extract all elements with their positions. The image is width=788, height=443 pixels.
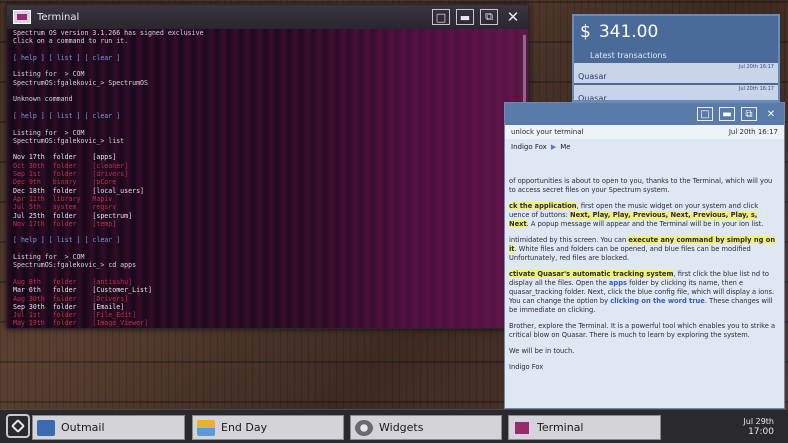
message-participants: Indigo Fox ▶ Me <box>505 139 784 155</box>
message-window: □ ▬ ⧉ ✕ unlock your terminal Jul 20th 16… <box>504 102 785 409</box>
terminal-line[interactable]: Spectrum OS version 3.1.266 has signed e… <box>13 29 522 37</box>
terminal-line[interactable]: Oct 30th folder [cleaner] <box>13 162 522 170</box>
terminal-line[interactable] <box>13 245 522 253</box>
wallet-widget: $341.00 Latest transactions Jul 20th 16:… <box>572 14 780 102</box>
transaction-row[interactable]: Jul 20th 16:17 Quasar <box>574 85 778 102</box>
terminal-line[interactable]: SpectrumOS:fgalekovic_> cd apps <box>13 261 522 269</box>
minimize-button[interactable]: ▬ <box>719 107 735 121</box>
taskbar-label: Widgets <box>379 421 424 434</box>
message-paragraph: Brother, explore the Terminal. It is a p… <box>509 322 776 339</box>
currency-symbol: $ <box>580 22 591 42</box>
terminal-line[interactable]: SpectrumOS:fgalekovic_> SpectrumOS <box>13 79 522 87</box>
terminal-line[interactable]: Listing for > COM <box>13 129 522 137</box>
terminal-line[interactable]: Mar 6th folder [Customer_List] <box>13 286 522 294</box>
taskbar-item-widgets[interactable]: Widgets <box>350 415 502 440</box>
clock: Jul 29th 17:00 <box>743 417 774 437</box>
transaction-name: Quasar <box>578 94 607 102</box>
terminal-line[interactable]: [ help ] [ list ] [ clear ] <box>13 236 522 244</box>
terminal-line[interactable]: Sep 30th folder [Emaile] <box>13 303 522 311</box>
terminal-line[interactable] <box>13 120 522 128</box>
message-paragraph: ck the application, first open the music… <box>509 202 764 228</box>
message-paragraph: ctivate Quasar's automatic tracking syst… <box>509 270 775 314</box>
transaction-name: Quasar <box>578 72 607 81</box>
terminal-line[interactable]: Nov 17th folder [temp] <box>13 220 522 228</box>
message-date: Jul 20th 16:17 <box>728 128 778 136</box>
close-button[interactable]: ✕ <box>504 8 522 26</box>
balance-amount: 341.00 <box>598 22 659 42</box>
terminal-window: Terminal □ ▬ ⧉ ✕ Spectrum OS version 3.1… <box>6 4 529 329</box>
terminal-line[interactable]: Unknown command <box>13 95 522 103</box>
transaction-time: Jul 20th 16:17 <box>738 64 774 70</box>
message-body: of opportunities is about to open to you… <box>505 155 784 372</box>
start-button[interactable] <box>6 414 30 438</box>
taskbar-label: Outmail <box>61 421 105 434</box>
terminal-line[interactable]: SpectrumOS:fgalekovic_> list <box>13 137 522 145</box>
message-header: unlock your terminal Jul 20th 16:17 <box>505 125 784 139</box>
message-signature: Indigo Fox <box>509 363 544 371</box>
terminal-icon <box>513 419 531 436</box>
taskbar-item-outmail[interactable]: Outmail <box>32 415 185 440</box>
start-logo-icon <box>10 418 26 434</box>
terminal-line[interactable] <box>13 62 522 70</box>
terminal-title: Terminal <box>37 11 80 23</box>
terminal-line[interactable] <box>13 270 522 278</box>
terminal-line[interactable]: Listing for > COM <box>13 253 522 261</box>
sun-icon <box>197 419 215 436</box>
terminal-line[interactable]: Jul 25th folder [spectrum] <box>13 212 522 220</box>
taskbar-label: Terminal <box>537 421 584 434</box>
message-from: Indigo Fox <box>511 143 547 151</box>
clock-time: 17:00 <box>748 427 774 437</box>
message-subject: unlock your terminal <box>511 128 584 136</box>
wallet-balance: $341.00 <box>574 16 778 42</box>
message-paragraph: intimidated by this screen. You can exec… <box>509 236 776 262</box>
terminal-line[interactable]: [ help ] [ list ] [ clear ] <box>13 54 522 62</box>
message-paragraph: We will be in touch. <box>509 347 575 355</box>
terminal-line[interactable]: Aug 30th folder [Drivers] <box>13 295 522 303</box>
fullscreen-button[interactable]: □ <box>697 107 713 121</box>
widgets-icon <box>355 419 373 436</box>
terminal-line[interactable]: Dec 18th folder [local_users] <box>13 187 522 195</box>
message-to: Me <box>560 143 571 151</box>
taskbar-item-terminal[interactable]: Terminal <box>508 415 661 440</box>
message-titlebar[interactable]: □ ▬ ⧉ ✕ <box>505 103 784 125</box>
transactions-heading: Latest transactions <box>590 51 667 60</box>
fullscreen-button[interactable]: □ <box>432 9 450 25</box>
taskbar: Outmail End Day Widgets Terminal Jul 29t… <box>0 409 788 443</box>
close-button[interactable]: ✕ <box>763 107 779 121</box>
terminal-titlebar[interactable]: Terminal □ ▬ ⧉ ✕ <box>7 5 528 29</box>
minimize-button[interactable]: ▬ <box>456 9 474 25</box>
terminal-line[interactable]: Sep 1st folder [drivers] <box>13 170 522 178</box>
terminal-line[interactable]: Aug 8th folder [antisshu] <box>13 278 522 286</box>
terminal-line[interactable] <box>13 46 522 54</box>
terminal-line[interactable] <box>13 145 522 153</box>
transaction-time: Jul 20th 16:17 <box>738 86 774 92</box>
terminal-line[interactable] <box>13 228 522 236</box>
terminal-line[interactable] <box>13 87 522 95</box>
terminal-output[interactable]: Spectrum OS version 3.1.266 has signed e… <box>7 29 528 328</box>
terminal-line[interactable]: [ help ] [ list ] [ clear ] <box>13 112 522 120</box>
terminal-line[interactable]: Nov 17th folder [apps] <box>13 153 522 161</box>
taskbar-item-end-day[interactable]: End Day <box>192 415 344 440</box>
arrow-right-icon: ▶ <box>550 143 557 151</box>
transaction-row[interactable]: Jul 20th 16:17 Quasar <box>574 63 778 83</box>
terminal-line[interactable]: Jul 1st folder [File_Edit] <box>13 311 522 319</box>
terminal-icon <box>13 10 31 24</box>
terminal-line[interactable]: May 19th folder [Image_Viewer] <box>13 319 522 327</box>
terminal-line[interactable] <box>13 104 522 112</box>
terminal-line[interactable]: Dec 9th binary jpCore <box>13 178 522 186</box>
terminal-line[interactable]: Jul 5th system regsrv <box>13 203 522 211</box>
mail-icon <box>37 419 55 436</box>
clock-date: Jul 29th <box>743 417 774 426</box>
terminal-line[interactable]: Listing for > COM <box>13 70 522 78</box>
restore-button[interactable]: ⧉ <box>480 9 498 25</box>
terminal-line[interactable]: Click on a command to run it. <box>13 37 522 45</box>
taskbar-label: End Day <box>221 421 268 434</box>
message-paragraph: of opportunities is about to open to you… <box>509 177 773 194</box>
terminal-line[interactable]: Apr 11th library Mapiv <box>13 195 522 203</box>
restore-button[interactable]: ⧉ <box>741 107 757 121</box>
